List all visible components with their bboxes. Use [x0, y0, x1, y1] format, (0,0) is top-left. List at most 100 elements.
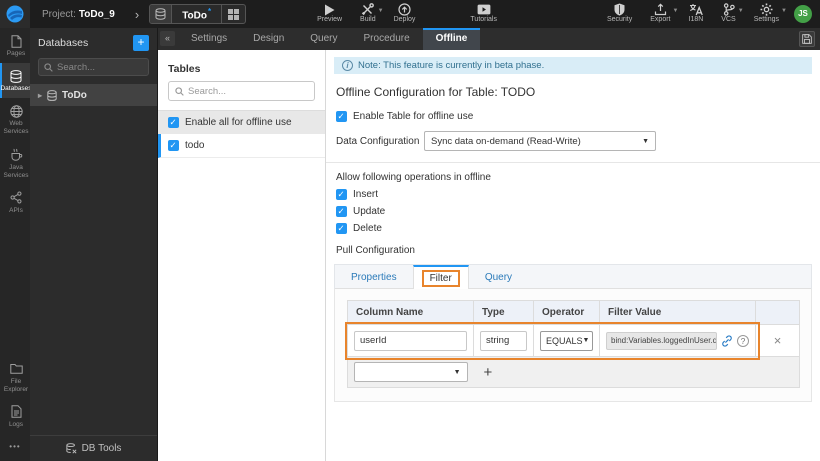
topbar: Project:ToDo_9 › ToDo* Preview ▼ Build — [0, 0, 820, 28]
header-type: Type — [473, 300, 534, 325]
database-icon — [10, 69, 22, 83]
build-button[interactable]: ▼ Build — [360, 3, 384, 24]
data-configuration-label: Data Configuration — [336, 135, 420, 147]
operation-insert-row: Insert — [336, 189, 810, 200]
offline-config-content: i Note: This feature is currently in bet… — [326, 50, 820, 461]
annotation-rect-filter-tab: Filter — [421, 269, 460, 287]
tables-search[interactable] — [168, 81, 315, 101]
checkbox-checked-icon[interactable] — [336, 206, 347, 217]
tables-panel-title: Tables — [168, 63, 201, 75]
enable-all-offline-row[interactable]: Enable all for offline use — [158, 110, 325, 134]
filter-criteria-table: Column Name Type Operator Filter Value u… — [347, 300, 800, 388]
rail-item-apis[interactable]: APIs — [0, 185, 30, 220]
database-item-label: ToDo — [62, 89, 87, 101]
translate-icon — [689, 3, 703, 16]
caret-down-icon: ▼ — [377, 8, 384, 15]
checkbox-checked-icon[interactable] — [336, 189, 347, 200]
checkbox-checked-icon[interactable] — [168, 117, 179, 128]
export-button[interactable]: ▼ Export — [650, 3, 679, 24]
add-database-button[interactable]: + — [133, 35, 149, 51]
tab-offline[interactable]: Offline — [422, 28, 481, 50]
info-icon: i — [342, 60, 353, 71]
save-button[interactable] — [799, 31, 815, 47]
databases-search[interactable] — [38, 58, 149, 76]
rail-item-java-services[interactable]: Java Services — [0, 142, 30, 185]
db-tools-button[interactable]: DB Tools — [30, 435, 157, 461]
artifact-tab-todo[interactable]: ToDo* — [149, 4, 247, 24]
rail-more-button[interactable]: ••• — [0, 434, 30, 461]
caret-down-icon: ▼ — [642, 137, 649, 145]
filter-table-header-row: Column Name Type Operator Filter Value — [347, 300, 800, 325]
checkbox-checked-icon[interactable] — [336, 223, 347, 234]
collapse-panel-button[interactable]: « — [160, 31, 175, 46]
databases-panel: Databases + ▸ ToDo DB Tools — [30, 28, 158, 461]
type-input[interactable] — [480, 330, 527, 351]
tab-settings[interactable]: Settings — [178, 28, 240, 50]
search-icon — [175, 86, 184, 96]
pull-tab-filter[interactable]: Filter — [412, 265, 469, 289]
settings-button[interactable]: ▼ Settings — [754, 3, 787, 24]
tutorials-button[interactable]: Tutorials — [470, 3, 497, 24]
security-button[interactable]: Security — [607, 3, 632, 24]
topbar-left-actions: Preview ▼ Build Deploy Tutorials — [308, 3, 506, 24]
wavemaker-logo-icon — [6, 5, 24, 23]
rail-item-databases[interactable]: Databases — [0, 63, 32, 99]
pull-tab-query[interactable]: Query — [469, 265, 528, 289]
rail-item-pages[interactable]: Pages — [0, 28, 30, 63]
coffee-cup-icon — [10, 148, 23, 162]
checkbox-checked-icon[interactable] — [336, 111, 347, 122]
deploy-cloud-icon — [398, 3, 411, 16]
expand-arrow-icon[interactable]: ▸ — [38, 91, 42, 100]
build-tools-icon — [361, 3, 375, 16]
topbar-right-actions: Security ▼ Export I18N ▼ VCS ▼ Settings — [598, 3, 820, 24]
rail-item-logs[interactable]: Logs — [0, 399, 30, 434]
header-actions — [755, 300, 800, 325]
project-breadcrumb: Project: ToDo_9 — [42, 8, 115, 20]
caret-down-icon: ▼ — [781, 8, 787, 15]
artifact-switcher-grid-icon[interactable] — [221, 5, 245, 23]
tab-query[interactable]: Query — [297, 28, 350, 50]
data-configuration-select[interactable]: Sync data on-demand (Read-Write) ▼ — [424, 131, 656, 151]
databases-panel-title: Databases — [38, 37, 89, 49]
databases-search-input[interactable] — [57, 61, 143, 73]
checkbox-checked-icon[interactable] — [168, 140, 179, 151]
artifact-name: ToDo — [182, 10, 207, 22]
pull-config-tabs: Properties Filter Query — [334, 264, 812, 289]
table-row-todo[interactable]: todo — [158, 134, 325, 158]
preview-button[interactable]: Preview — [317, 3, 342, 24]
user-avatar[interactable]: JS — [794, 4, 812, 23]
bind-link-icon[interactable] — [721, 334, 733, 347]
caret-down-icon: ▼ — [453, 368, 461, 376]
pull-tab-properties[interactable]: Properties — [335, 265, 413, 289]
new-column-select[interactable]: ▼ — [354, 362, 468, 382]
rail-item-file-explorer[interactable]: File Explorer — [0, 356, 30, 399]
left-rail: Pages Databases Web Services Java Servic… — [0, 28, 32, 461]
filter-tab-panel: Column Name Type Operator Filter Value u… — [334, 289, 812, 402]
operator-select[interactable]: EQUALS ▼ — [540, 330, 593, 351]
vcs-button[interactable]: ▼ VCS — [721, 3, 744, 24]
caret-down-icon: ▼ — [672, 8, 679, 15]
add-filter-row: ▼ + — [347, 356, 800, 388]
deploy-button[interactable]: Deploy — [394, 3, 415, 24]
caret-down-icon: ▼ — [582, 337, 590, 344]
globe-icon — [9, 104, 23, 118]
folder-icon — [9, 362, 23, 376]
operation-delete-row: Delete — [336, 223, 810, 234]
help-icon[interactable]: ? — [737, 334, 749, 347]
database-item-todo[interactable]: ▸ ToDo — [30, 84, 157, 106]
delete-row-button[interactable]: × — [755, 324, 800, 357]
section-divider — [326, 162, 820, 163]
tab-procedure[interactable]: Procedure — [351, 28, 423, 50]
video-tutorials-icon — [477, 3, 491, 16]
brand-logo[interactable] — [0, 0, 30, 28]
i18n-button[interactable]: I18N — [689, 3, 703, 24]
workspace-tabbar: « Settings Design Query Procedure Offlin… — [158, 28, 820, 50]
add-condition-button[interactable]: + — [480, 364, 493, 381]
column-name-input[interactable] — [354, 330, 467, 351]
rail-item-web-services[interactable]: Web Services — [0, 98, 30, 141]
tab-design[interactable]: Design — [240, 28, 297, 50]
caret-down-icon: ▼ — [737, 8, 744, 15]
database-icon — [47, 89, 57, 101]
floppy-save-icon — [802, 34, 812, 44]
tables-search-input[interactable] — [188, 85, 308, 97]
